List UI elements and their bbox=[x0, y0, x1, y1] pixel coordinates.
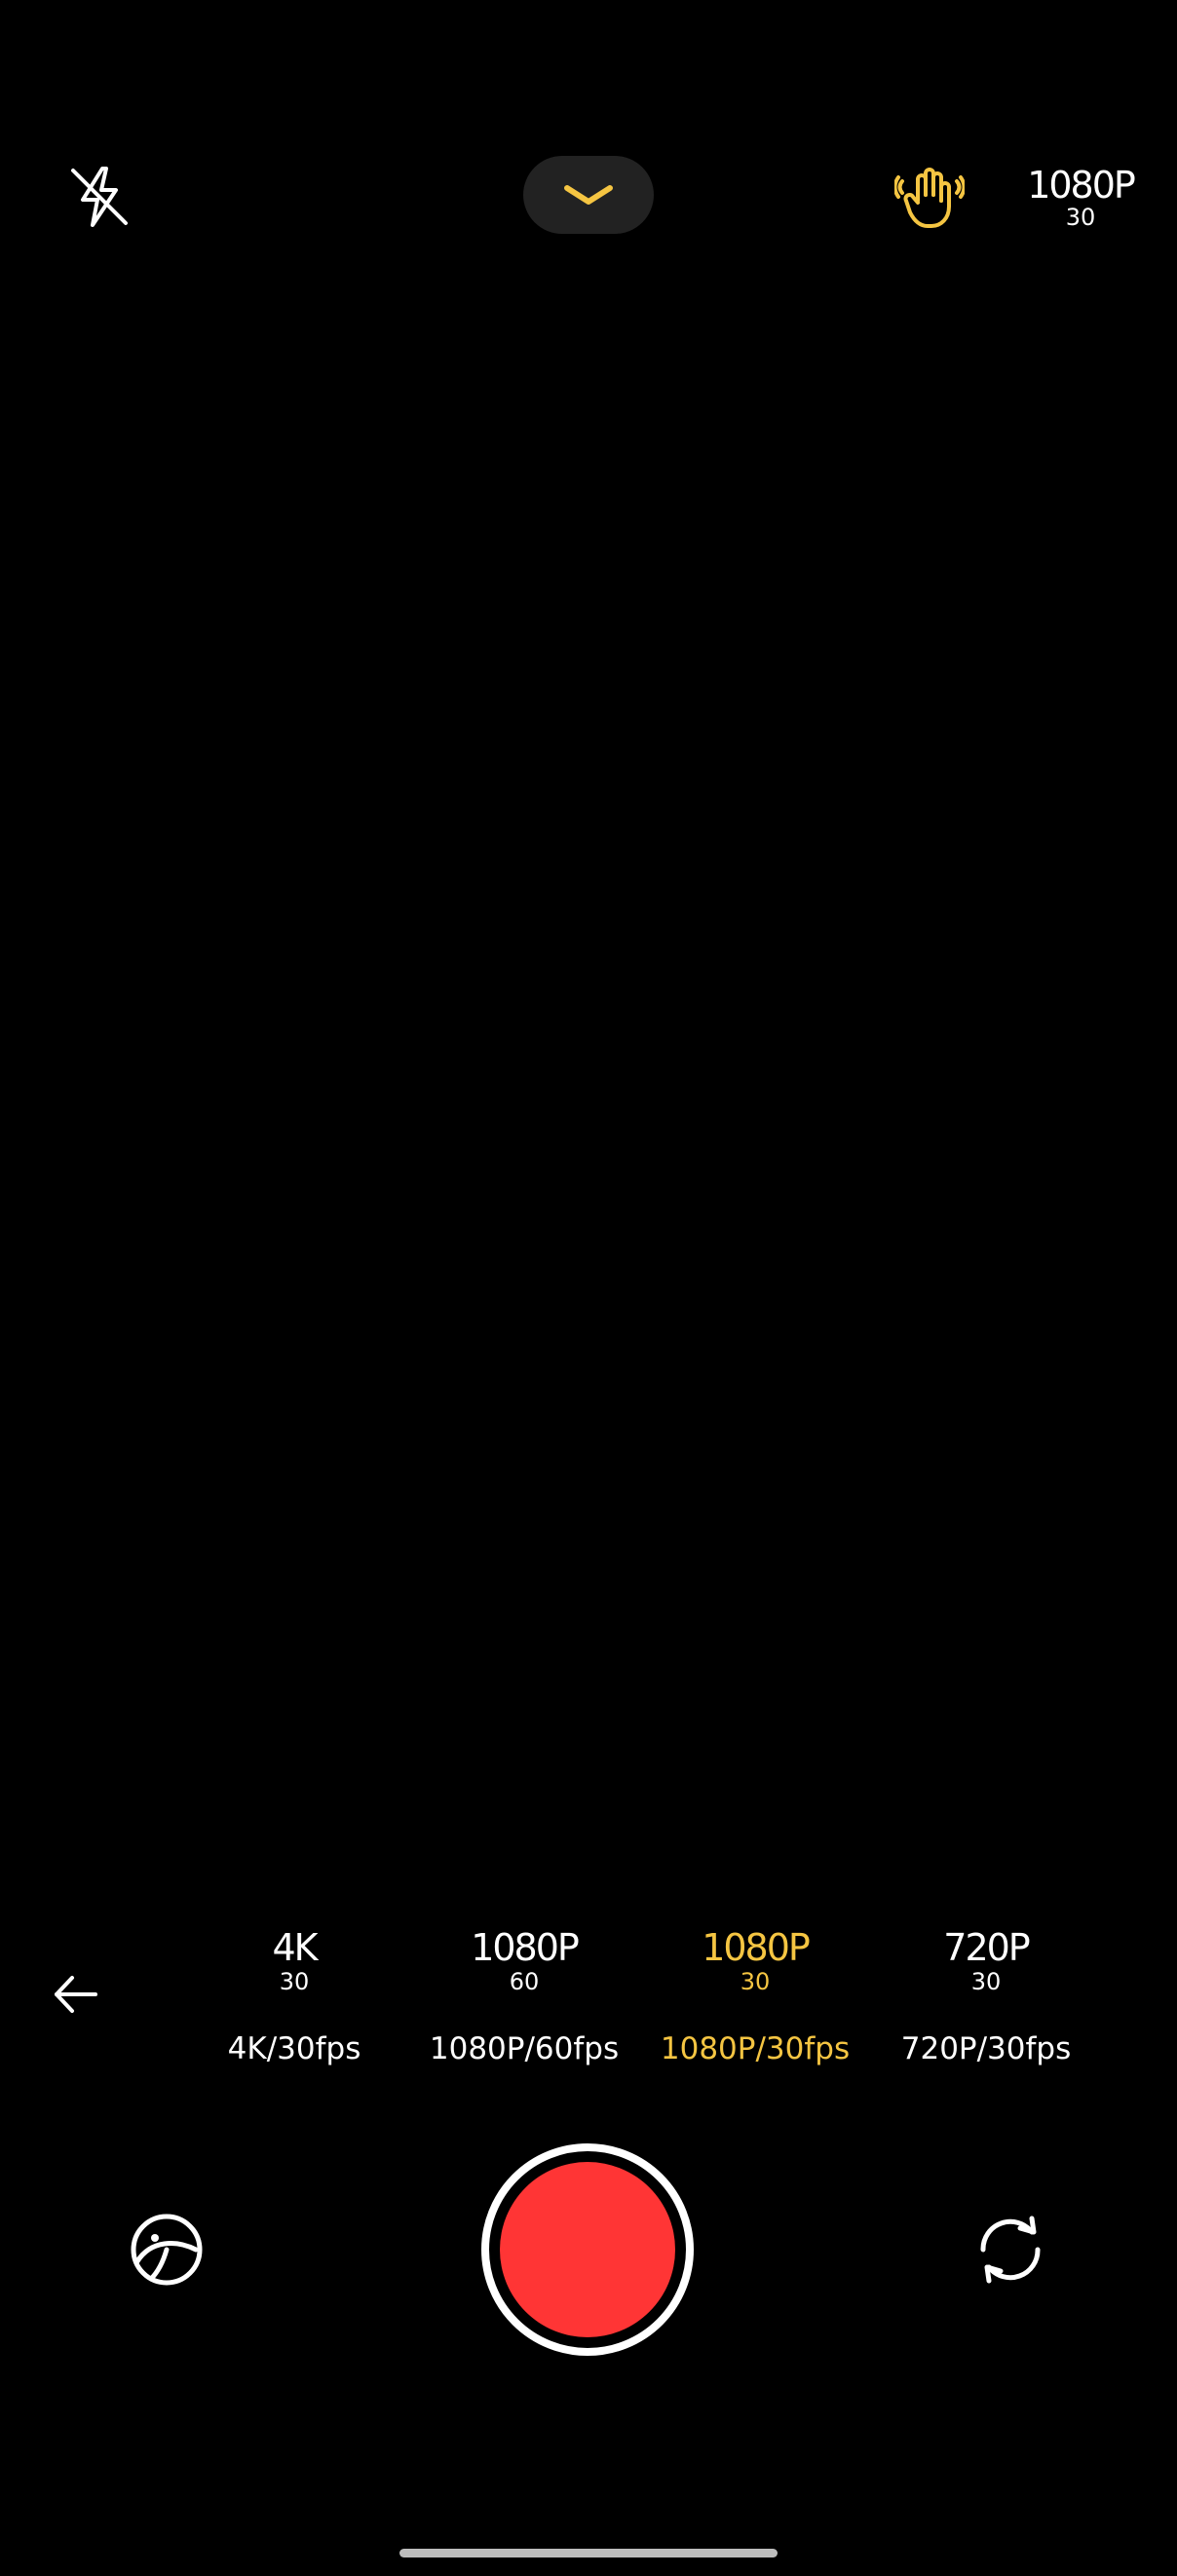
arrow-left-icon bbox=[55, 1976, 97, 2013]
option-resolution: 1080P bbox=[702, 1926, 811, 1969]
resolution-indicator-fps: 30 bbox=[1065, 204, 1096, 231]
option-fps: 30 bbox=[970, 1968, 1002, 1995]
record-button-core bbox=[500, 2162, 675, 2337]
switch-camera-icon bbox=[980, 2216, 1041, 2284]
option-resolution: 4K bbox=[272, 1926, 318, 1969]
chevron-down-icon bbox=[564, 185, 613, 205]
resolution-option-4k-30[interactable]: 4K 30 4K/30fps bbox=[197, 1919, 392, 2104]
resolution-option-720p-30[interactable]: 720P 30 720P/30fps bbox=[889, 1919, 1083, 2104]
flash-toggle-button[interactable] bbox=[58, 156, 140, 238]
option-label: 720P/30fps bbox=[900, 2031, 1072, 2066]
hand-stabilization-icon bbox=[894, 168, 965, 228]
option-label: 1080P/30fps bbox=[660, 2031, 851, 2066]
resolution-indicator[interactable]: 1080P 30 bbox=[1018, 154, 1143, 242]
gallery-button[interactable] bbox=[127, 2210, 207, 2290]
option-label: 1080P/60fps bbox=[429, 2031, 620, 2066]
collapse-panel-button[interactable] bbox=[523, 156, 654, 234]
option-fps: 30 bbox=[740, 1968, 771, 1995]
flash-off-icon bbox=[71, 167, 128, 227]
option-resolution: 1080P bbox=[471, 1926, 580, 1969]
stabilization-button[interactable] bbox=[887, 156, 972, 238]
resolution-option-1080p-30[interactable]: 1080P 30 1080P/30fps bbox=[658, 1919, 853, 2104]
option-fps: 60 bbox=[509, 1968, 540, 1995]
resolution-option-1080p-60[interactable]: 1080P 60 1080P/60fps bbox=[427, 1919, 622, 2104]
home-indicator[interactable] bbox=[399, 2549, 778, 2557]
option-fps: 30 bbox=[279, 1968, 310, 1995]
record-button[interactable] bbox=[481, 2143, 694, 2356]
switch-camera-button[interactable] bbox=[970, 2210, 1050, 2290]
option-resolution: 720P bbox=[943, 1926, 1030, 1969]
option-label: 4K/30fps bbox=[227, 2031, 361, 2066]
resolution-indicator-primary: 1080P bbox=[1027, 164, 1136, 207]
back-button[interactable] bbox=[39, 1958, 111, 2030]
gallery-icon bbox=[131, 2214, 203, 2286]
